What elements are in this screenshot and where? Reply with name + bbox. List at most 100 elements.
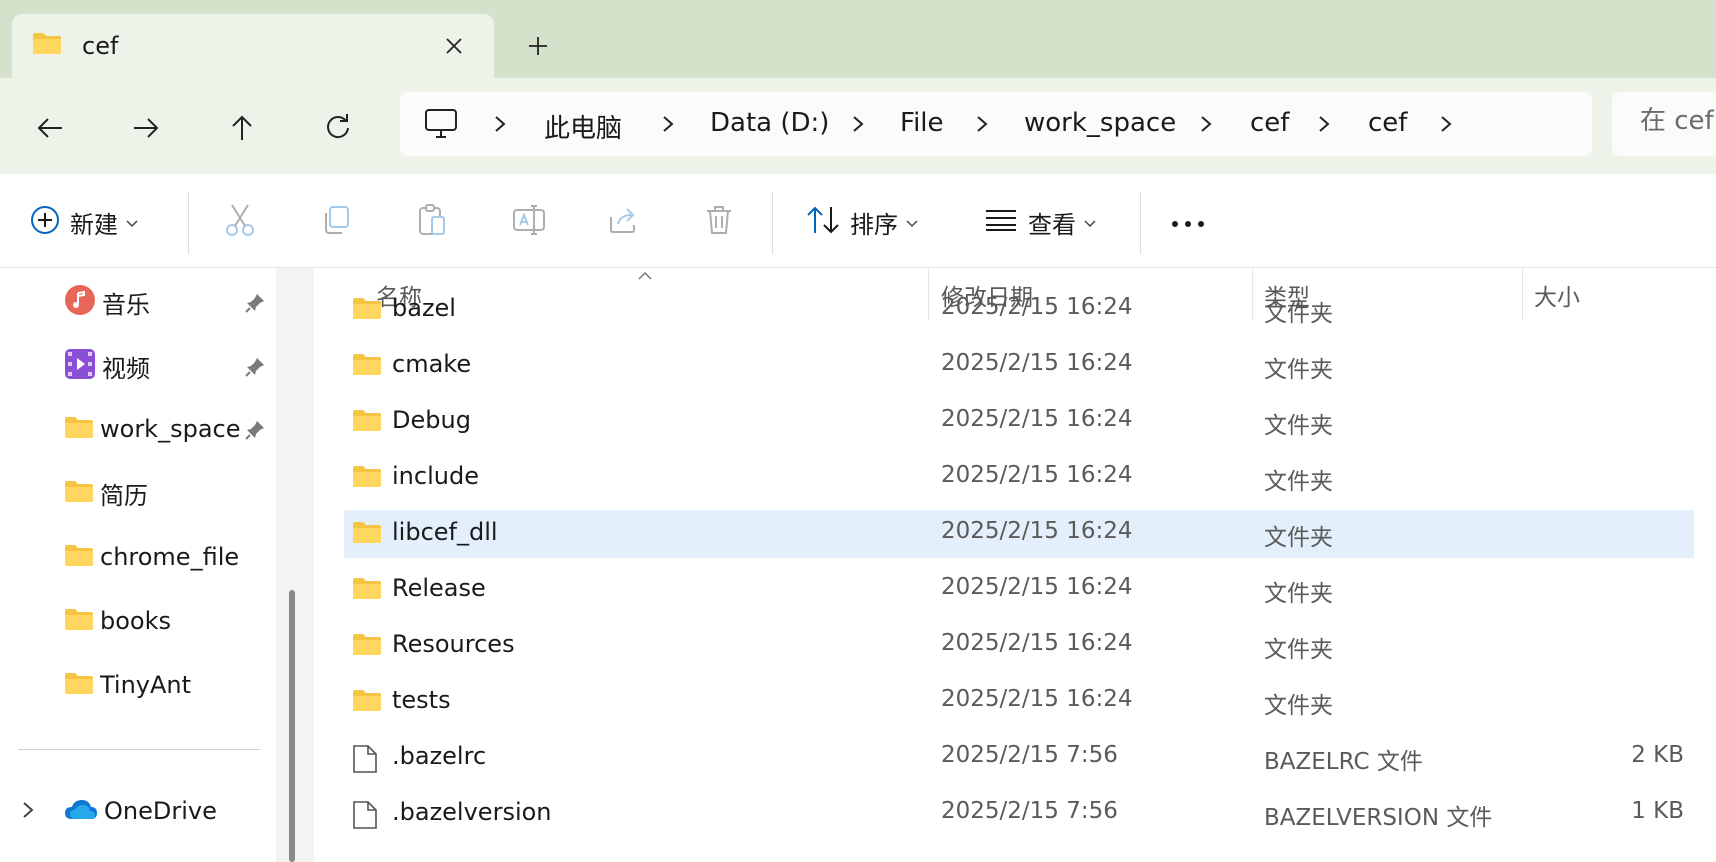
sidebar-item-books[interactable]: books bbox=[64, 601, 171, 641]
sidebar-item-label: books bbox=[100, 607, 172, 635]
table-row[interactable]: tests 2025/2/15 16:24 文件夹 bbox=[344, 678, 1694, 726]
folder-icon bbox=[352, 576, 382, 604]
file-name: bazel bbox=[392, 294, 456, 322]
refresh-icon[interactable] bbox=[316, 106, 360, 150]
file-type: 文件夹 bbox=[1264, 693, 1333, 719]
breadcrumb-cef-parent[interactable]: cef bbox=[1250, 108, 1289, 138]
file-name: .bazelversion bbox=[392, 798, 552, 826]
table-row[interactable]: bazel 2025/2/15 16:24 文件夹 bbox=[344, 286, 1694, 334]
scissors-icon bbox=[224, 203, 256, 241]
sort-ascending-icon bbox=[638, 268, 652, 285]
chevron-right-icon[interactable] bbox=[662, 115, 674, 137]
breadcrumb-file[interactable]: File bbox=[900, 108, 944, 138]
close-icon[interactable] bbox=[436, 28, 472, 64]
file-name: Debug bbox=[392, 406, 471, 434]
cut-button[interactable] bbox=[224, 200, 256, 244]
arrow-up-icon[interactable] bbox=[220, 106, 264, 150]
toolbar-divider bbox=[188, 192, 189, 254]
file-name: tests bbox=[392, 686, 451, 714]
tab-cef[interactable]: cef bbox=[12, 14, 494, 78]
view-label: 查看 bbox=[1028, 210, 1076, 239]
rename-icon bbox=[512, 204, 546, 240]
pin-icon[interactable] bbox=[244, 292, 266, 318]
table-row[interactable]: cmake 2025/2/15 16:24 文件夹 bbox=[344, 342, 1694, 390]
chevron-right-icon[interactable] bbox=[22, 801, 34, 823]
clipboard-icon bbox=[416, 203, 448, 241]
arrow-left-icon[interactable] bbox=[28, 106, 72, 150]
sidebar-item-music[interactable]: 音乐 bbox=[64, 282, 150, 322]
breadcrumb-work-space[interactable]: work_space bbox=[1024, 108, 1176, 138]
folder-icon bbox=[352, 520, 382, 548]
sidebar-item-work-space[interactable]: work_space bbox=[64, 409, 240, 449]
chevron-right-icon[interactable] bbox=[494, 115, 506, 137]
file-name: cmake bbox=[392, 350, 472, 378]
sidebar-item-label: TinyAnt bbox=[100, 671, 192, 699]
table-row[interactable]: .bazelversion 2025/2/15 7:56 BAZELVERSION … bbox=[344, 790, 1694, 838]
folder-icon bbox=[64, 479, 94, 507]
chevron-right-icon[interactable] bbox=[976, 115, 988, 137]
sidebar-item-resume[interactable]: 简历 bbox=[64, 473, 148, 513]
sidebar-item-tinyant[interactable]: TinyAnt bbox=[64, 665, 191, 705]
chevron-right-icon[interactable] bbox=[852, 115, 864, 137]
sidebar-item-onedrive[interactable]: OneDrive bbox=[64, 791, 217, 831]
breadcrumb-drive[interactable]: Data (D:) bbox=[710, 108, 829, 138]
sidebar-scrollbar[interactable] bbox=[289, 590, 295, 862]
sort-button[interactable]: 排序 bbox=[806, 200, 918, 244]
view-button[interactable]: 查看 bbox=[984, 200, 1096, 244]
table-row[interactable]: Release 2025/2/15 16:24 文件夹 bbox=[344, 566, 1694, 614]
search-box[interactable] bbox=[1612, 92, 1716, 156]
table-row[interactable]: Resources 2025/2/15 16:24 文件夹 bbox=[344, 622, 1694, 670]
table-row[interactable]: include 2025/2/15 16:24 文件夹 bbox=[344, 454, 1694, 502]
sidebar-item-label: 音乐 bbox=[102, 290, 150, 319]
pane-splitter[interactable] bbox=[276, 268, 314, 862]
chevron-right-icon[interactable] bbox=[1200, 115, 1212, 137]
table-row[interactable]: Debug 2025/2/15 16:24 文件夹 bbox=[344, 398, 1694, 446]
file-type: 文件夹 bbox=[1264, 581, 1333, 607]
sidebar-divider bbox=[18, 749, 260, 750]
plus-circle-icon bbox=[30, 205, 60, 239]
copy-button[interactable] bbox=[320, 200, 352, 244]
arrow-right-icon[interactable] bbox=[124, 106, 168, 150]
file-modified: 2025/2/15 16:24 bbox=[941, 630, 1133, 656]
folder-icon bbox=[64, 607, 94, 635]
folder-icon bbox=[64, 671, 94, 699]
breadcrumb-cef-current[interactable]: cef bbox=[1368, 108, 1407, 138]
file-type: 文件夹 bbox=[1264, 469, 1333, 495]
tab-title: cef bbox=[82, 32, 119, 60]
chevron-right-icon[interactable] bbox=[1318, 115, 1330, 137]
delete-button[interactable] bbox=[704, 200, 734, 244]
file-modified: 2025/2/15 7:56 bbox=[941, 798, 1118, 824]
address-bar[interactable]: 此电脑 Data (D:) File work_space cef cef bbox=[400, 92, 1592, 156]
sidebar-item-label: 视频 bbox=[102, 354, 150, 383]
more-options-button[interactable] bbox=[1170, 200, 1206, 244]
file-name: Release bbox=[392, 574, 486, 602]
copy-icon bbox=[320, 204, 352, 240]
computer-icon[interactable] bbox=[424, 108, 458, 144]
plus-icon[interactable] bbox=[518, 28, 558, 64]
pin-icon[interactable] bbox=[244, 419, 266, 445]
file-modified: 2025/2/15 16:24 bbox=[941, 574, 1133, 600]
folder-icon bbox=[352, 632, 382, 660]
share-button[interactable] bbox=[608, 200, 640, 244]
chevron-right-icon[interactable] bbox=[1440, 115, 1452, 137]
sidebar-item-chrome-file[interactable]: chrome_file bbox=[64, 537, 239, 577]
pin-icon[interactable] bbox=[244, 356, 266, 382]
file-name: .bazelrc bbox=[392, 742, 487, 770]
table-row[interactable]: .bazelrc 2025/2/15 7:56 BAZELRC 文件 2 KB bbox=[344, 734, 1694, 782]
view-list-icon bbox=[984, 208, 1018, 236]
navigation-bar: 此电脑 Data (D:) File work_space cef cef bbox=[0, 78, 1716, 174]
rename-button[interactable] bbox=[512, 200, 546, 244]
cloud-icon bbox=[64, 797, 98, 825]
sidebar-item-videos[interactable]: 视频 bbox=[64, 346, 150, 386]
file-size: 2 KB bbox=[1631, 742, 1684, 768]
file-modified: 2025/2/15 16:24 bbox=[941, 350, 1133, 376]
paste-button[interactable] bbox=[416, 200, 448, 244]
table-row[interactable]: libcef_dll 2025/2/15 16:24 文件夹 bbox=[344, 510, 1694, 558]
navigation-pane: 音乐 视频 work_space 简历 chrome_file books Ti… bbox=[0, 268, 276, 862]
file-icon bbox=[352, 800, 378, 834]
search-input[interactable] bbox=[1640, 106, 1716, 136]
breadcrumb-this-pc[interactable]: 此电脑 bbox=[544, 108, 622, 145]
file-name: include bbox=[392, 462, 479, 490]
trash-icon bbox=[704, 204, 734, 240]
new-button[interactable]: 新建 bbox=[30, 200, 138, 244]
